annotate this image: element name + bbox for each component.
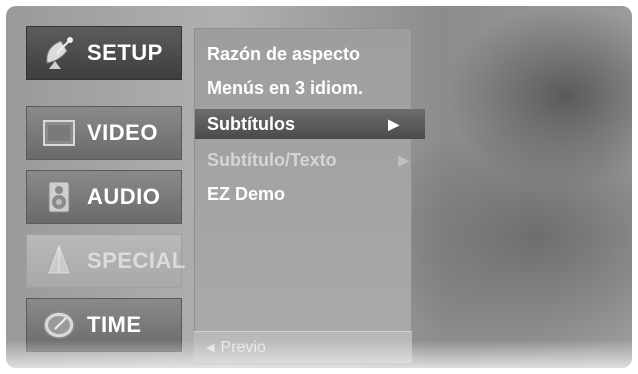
satellite-dish-icon (46, 37, 73, 69)
category-label: SPECIAL (87, 248, 186, 273)
menu-item-label: Subtítulos (207, 113, 295, 134)
menu-item-ez-demo[interactable]: EZ Demo (195, 179, 423, 209)
menu-item-aspect-ratio[interactable]: Razón de aspecto (195, 39, 423, 69)
screen-icon (43, 120, 75, 146)
tv-osd-screen: SETUP VIDEO AUDIO SPECIAL TIME Razón de … (6, 6, 632, 368)
menu-item-subtitles[interactable]: Subtítulos ▶ (195, 109, 425, 139)
clock-icon (43, 311, 75, 339)
menu-item-label: EZ Demo (207, 183, 286, 204)
previous-label: Previo (220, 338, 266, 356)
category-time[interactable]: TIME (26, 298, 182, 352)
menu-item-menu-languages[interactable]: Menús en 3 idiom. (195, 73, 423, 103)
setup-submenu: Razón de aspecto Menús en 3 idiom. Subtí… (194, 28, 425, 364)
category-special[interactable]: SPECIAL (26, 234, 185, 288)
speaker-icon (48, 181, 70, 213)
special-icon (48, 244, 70, 274)
category-setup[interactable]: SETUP (26, 26, 182, 80)
chevron-right-icon: ▶ (398, 151, 409, 168)
category-label: VIDEO (87, 120, 158, 145)
previous-button[interactable]: ◀ Previo (194, 331, 412, 363)
category-label: TIME (87, 312, 142, 337)
category-video[interactable]: VIDEO (26, 106, 182, 160)
menu-item-subtitle-text[interactable]: Subtítulo/Texto ▶ (195, 145, 423, 175)
menu-item-label: Subtítulo/Texto (207, 149, 337, 170)
menu-item-label: Menús en 3 idiom. (207, 77, 364, 98)
category-label: AUDIO (87, 184, 161, 209)
category-audio[interactable]: AUDIO (26, 170, 182, 224)
menu-item-label: Razón de aspecto (207, 43, 361, 64)
category-label: SETUP (87, 40, 163, 65)
triangle-left-icon: ◀ (206, 342, 215, 354)
chevron-right-icon: ▶ (388, 115, 399, 132)
